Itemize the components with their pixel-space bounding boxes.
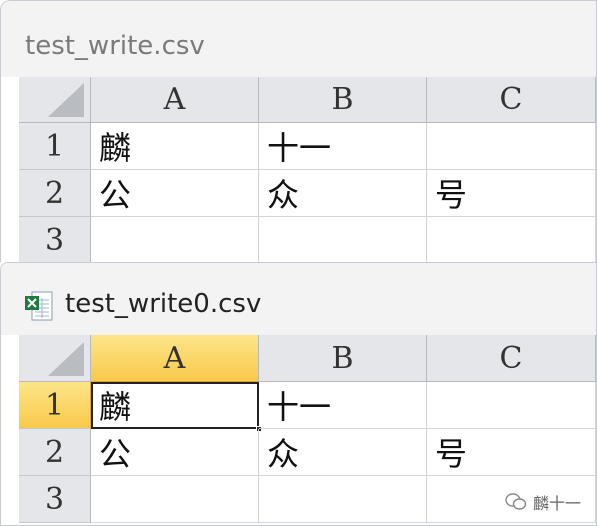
row-header-2[interactable]: 2 — [19, 429, 91, 476]
column-header-row: A B C — [19, 77, 596, 123]
table-row: 2 公 众 号 — [19, 429, 596, 476]
cell-a2[interactable]: 公 — [91, 429, 259, 476]
column-header-c[interactable]: C — [427, 335, 596, 382]
watermark: 麟十一 — [505, 490, 581, 514]
select-all-triangle-icon — [48, 83, 84, 117]
table-row: 1 麟 十一 — [19, 123, 596, 170]
select-all-corner[interactable] — [19, 77, 91, 123]
cell-c2[interactable]: 号 — [427, 170, 596, 217]
row-header-1[interactable]: 1 — [19, 123, 91, 170]
table-row: 1 麟 十一 — [19, 382, 596, 432]
window-titlebar: test_write0.csv — [1, 263, 596, 335]
select-all-triangle-icon — [48, 342, 84, 376]
spreadsheet-window-2: test_write0.csv A B C 1 麟 十一 2 公 众 号 3 — [0, 262, 597, 526]
excel-csv-file-icon — [25, 291, 53, 321]
row-header-3[interactable]: 3 — [19, 217, 91, 262]
row-header-3[interactable]: 3 — [19, 476, 91, 523]
cell-b3[interactable] — [259, 217, 427, 262]
column-header-a[interactable]: A — [91, 77, 259, 123]
table-row: 2 公 众 号 — [19, 170, 596, 217]
column-header-c[interactable]: C — [427, 77, 596, 123]
cell-c2[interactable]: 号 — [427, 429, 596, 476]
cell-a1[interactable]: 麟 — [91, 123, 259, 170]
cell-c1[interactable] — [427, 123, 596, 170]
column-header-row: A B C — [19, 335, 596, 382]
cell-b1[interactable]: 十一 — [259, 382, 427, 429]
watermark-text: 麟十一 — [532, 494, 581, 513]
window-title: test_write.csv — [25, 31, 205, 61]
cell-a1-value: 麟 — [99, 388, 132, 426]
select-all-corner[interactable] — [19, 335, 91, 382]
column-header-a[interactable]: A — [91, 335, 259, 382]
cell-a3[interactable] — [91, 476, 259, 523]
spreadsheet-window-1: test_write.csv A B C 1 麟 十一 2 公 众 号 3 — [0, 0, 597, 262]
column-header-b[interactable]: B — [259, 77, 427, 123]
cell-b3[interactable] — [259, 476, 427, 523]
cell-c1[interactable] — [427, 382, 596, 429]
column-header-b[interactable]: B — [259, 335, 427, 382]
window-titlebar: test_write.csv — [1, 1, 596, 77]
cell-a2[interactable]: 公 — [91, 170, 259, 217]
cell-c3[interactable] — [427, 217, 596, 262]
row-header-1[interactable]: 1 — [19, 382, 91, 429]
wechat-icon — [505, 493, 527, 510]
cell-b2[interactable]: 众 — [259, 429, 427, 476]
cell-a1[interactable]: 麟 — [91, 382, 262, 432]
cell-b2[interactable]: 众 — [259, 170, 427, 217]
cell-b1[interactable]: 十一 — [259, 123, 427, 170]
window-title: test_write0.csv — [65, 289, 262, 319]
table-row: 3 — [19, 217, 596, 262]
cell-a3[interactable] — [91, 217, 259, 262]
row-header-2[interactable]: 2 — [19, 170, 91, 217]
